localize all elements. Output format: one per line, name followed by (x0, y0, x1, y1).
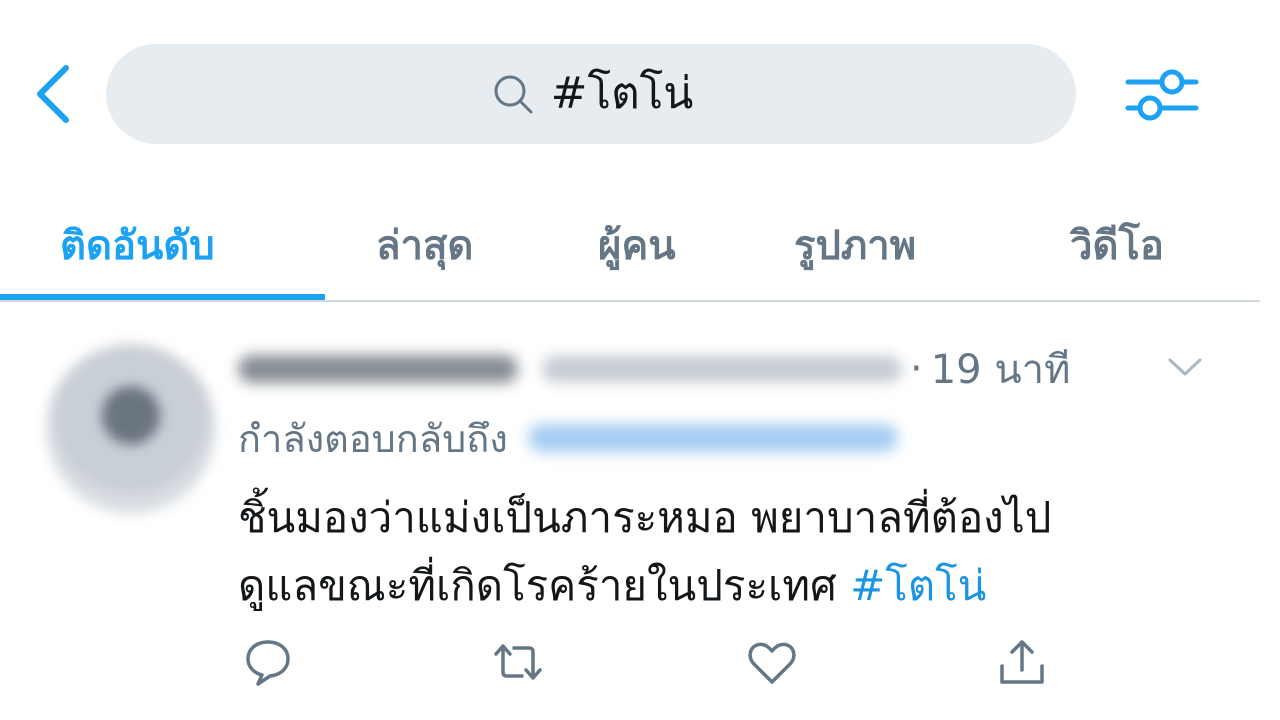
tweet-text-segment: ดูแลขณะที่เกิดโรคร้ายในประเทศ (238, 561, 851, 610)
avatar[interactable] (46, 344, 216, 514)
share-button[interactable] (994, 634, 1050, 690)
search-query[interactable]: #โตโน่ (551, 72, 694, 116)
replying-to-label: กำลังตอบกลับถึง (238, 416, 508, 461)
tab-videos[interactable]: วิดีโอ (1070, 190, 1164, 300)
back-button[interactable] (30, 62, 80, 126)
heart-icon (748, 642, 796, 684)
tweet[interactable]: · 19 นาที กำลังตอบกลับถึง ชิ้นมองว่าแม่ง… (0, 304, 1280, 720)
sliders-icon (1125, 69, 1199, 121)
search-tabs: ติดอันดับ ล่าสุด ผู้คน รูปภาพ วิดีโอ (0, 190, 1260, 302)
tweet-text-line: ดูแลขณะที่เกิดโรคร้ายในประเทศ #โตโน่ (238, 552, 1198, 620)
retweet-icon (494, 644, 542, 680)
blurred-username (542, 356, 902, 382)
comment-icon (246, 640, 290, 686)
tab-latest[interactable]: ล่าสุด (376, 190, 473, 300)
tweet-text-line: ชิ้นมองว่าแม่งเป็นภาระหมอ พยาบาลที่ต้องไ… (238, 493, 1052, 542)
tab-top[interactable]: ติดอันดับ (60, 190, 215, 300)
like-button[interactable] (744, 634, 800, 690)
reply-button[interactable] (240, 634, 296, 690)
tweet-timestamp[interactable]: 19 นาที (931, 337, 1071, 401)
share-icon (1000, 640, 1044, 684)
retweet-button[interactable] (490, 634, 546, 690)
tweet-menu-button[interactable] (1160, 342, 1210, 392)
active-tab-indicator (0, 294, 325, 300)
top-bar: #โตโน่ (0, 0, 1280, 190)
blurred-display-name[interactable] (238, 355, 518, 383)
tab-photos[interactable]: รูปภาพ (794, 190, 916, 300)
search-bar[interactable]: #โตโน่ (106, 44, 1076, 144)
search-filter-button[interactable] (1122, 62, 1202, 128)
tweet-text: ชิ้นมองว่าแม่งเป็นภาระหมอ พยาบาลที่ต้องไ… (238, 484, 1198, 620)
replying-to: กำลังตอบกลับถึง (238, 408, 898, 468)
tweet-actions (0, 634, 1280, 704)
chevron-left-icon (37, 65, 69, 123)
chevron-down-icon (1168, 358, 1202, 376)
tab-people[interactable]: ผู้คน (598, 190, 676, 300)
search-icon (494, 75, 533, 114)
tweet-header: · 19 นาที (238, 336, 1238, 402)
separator-dot: · (910, 346, 923, 392)
hashtag-link[interactable]: #โตโน่ (850, 561, 986, 610)
blurred-mention[interactable] (527, 424, 898, 452)
